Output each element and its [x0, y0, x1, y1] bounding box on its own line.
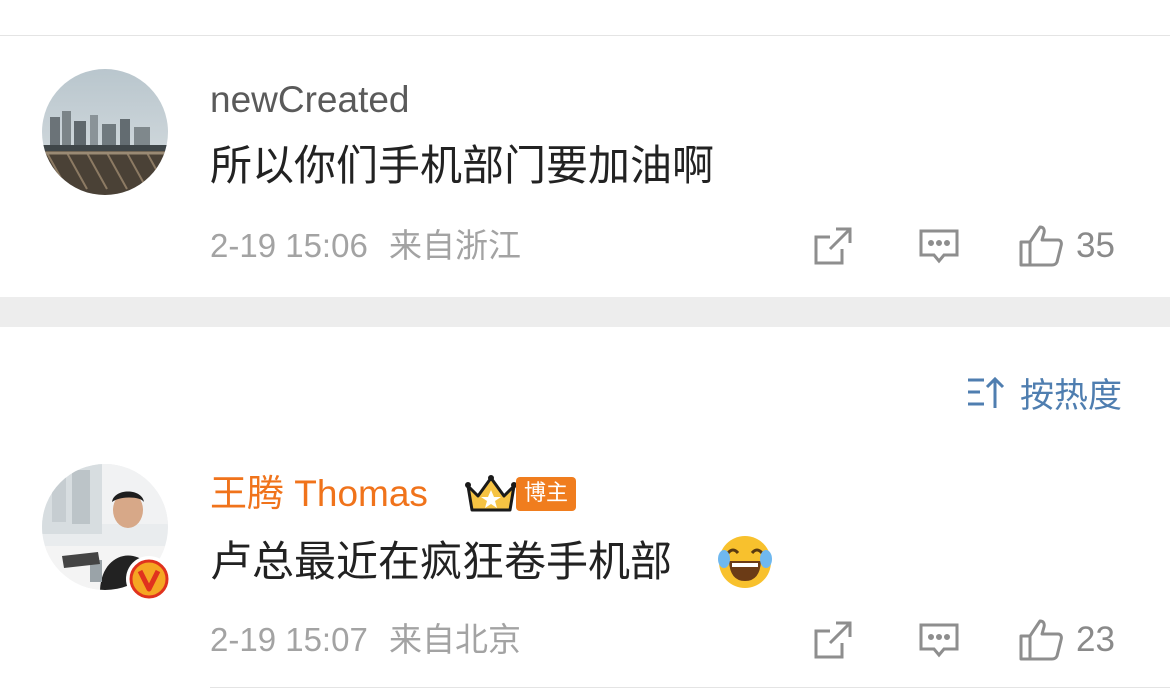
- reply-button[interactable]: [918, 224, 962, 268]
- share-button[interactable]: [812, 224, 856, 268]
- comment-list: newCreated 所以你们手机部门要加油啊 2-19 15:06 来自浙江: [0, 0, 1170, 697]
- share-icon: [814, 227, 852, 265]
- avatar[interactable]: [42, 69, 168, 195]
- like-count: 35: [1076, 226, 1115, 265]
- crown-icon: [464, 474, 518, 518]
- like-button[interactable]: 23: [1018, 618, 1138, 662]
- comment-meta: 2-19 15:06 来自浙江: [210, 226, 521, 266]
- comment-location: 来自北京: [388, 621, 521, 658]
- laughing-tears-emoji: [716, 533, 774, 591]
- comment-date: 2-19 15:07: [210, 621, 368, 658]
- comment-text: 所以你们手机部门要加油啊: [210, 141, 715, 190]
- blogger-badge: 博主: [516, 477, 576, 511]
- comment-icon: [919, 623, 959, 658]
- comment-location: 来自浙江: [388, 227, 521, 264]
- comment-item: newCreated 所以你们手机部门要加油啊 2-19 15:06 来自浙江: [0, 36, 1170, 297]
- comment-text: 卢总最近在疯狂卷手机部: [210, 537, 673, 586]
- like-button[interactable]: 35: [1018, 224, 1138, 268]
- comment-meta: 2-19 15:07 来自北京: [210, 620, 521, 660]
- sort-icon: [968, 376, 1005, 408]
- share-icon: [814, 621, 852, 659]
- comment-icon: [919, 229, 959, 264]
- comment-item: 王腾 Thomas 博主 卢总最近在疯狂卷手机部 2-19 15:07 来自北京…: [0, 448, 1170, 697]
- username[interactable]: 王腾 Thomas: [210, 472, 428, 516]
- verified-v-icon: [126, 556, 172, 602]
- comment-date: 2-19 15:06: [210, 227, 368, 264]
- like-count: 23: [1076, 620, 1115, 659]
- sort-toggle[interactable]: 按热度: [966, 370, 1122, 416]
- thumbs-up-icon: [1019, 619, 1063, 661]
- section-separator: [0, 297, 1170, 327]
- bottom-divider: [210, 687, 1170, 688]
- username[interactable]: newCreated: [210, 78, 410, 122]
- reply-button[interactable]: [918, 618, 962, 662]
- thumbs-up-icon: [1019, 225, 1063, 267]
- share-button[interactable]: [812, 618, 856, 662]
- sort-label: 按热度: [1020, 375, 1122, 416]
